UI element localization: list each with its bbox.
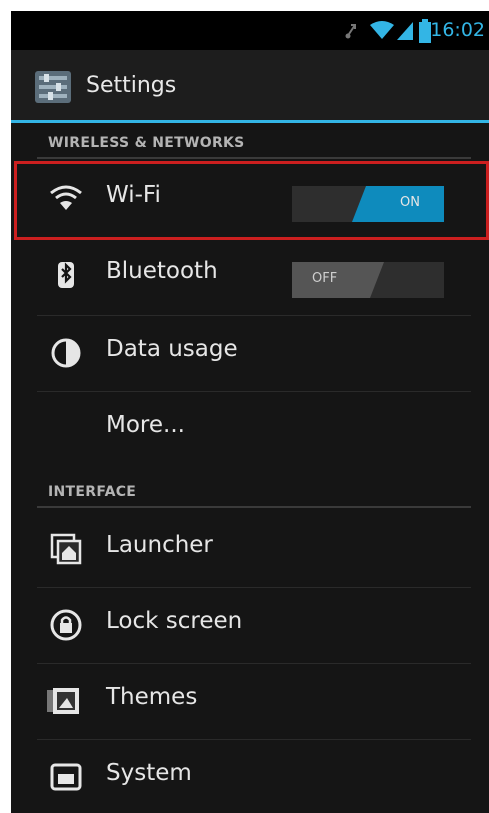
section-divider: [37, 157, 471, 159]
wifi-signal-icon: [370, 21, 394, 39]
settings-item-themes[interactable]: Themes: [11, 665, 489, 739]
status-bar: 16:02: [11, 11, 489, 50]
row-divider: [37, 663, 471, 664]
toggle-state-label: OFF: [312, 271, 338, 286]
battery-icon: [419, 19, 431, 43]
settings-item-label: Bluetooth: [106, 258, 218, 284]
cell-signal-icon: [397, 22, 413, 40]
settings-item-bluetooth[interactable]: Bluetooth OFF: [11, 239, 489, 313]
settings-item-lock-screen[interactable]: Lock screen: [11, 589, 489, 663]
section-divider: [37, 506, 471, 508]
settings-item-data-usage[interactable]: Data usage: [11, 317, 489, 391]
settings-item-label: Launcher: [106, 532, 213, 558]
bluetooth-toggle[interactable]: OFF: [292, 262, 444, 298]
settings-item-more[interactable]: More...: [11, 393, 489, 467]
toggle-off-thumb: [292, 262, 384, 298]
row-divider: [37, 315, 471, 316]
settings-item-label: Data usage: [106, 336, 238, 362]
section-header-interface: INTERFACE: [48, 484, 137, 500]
themes-icon: [47, 688, 79, 714]
settings-item-label: Themes: [106, 684, 198, 710]
usb-debug-icon: [345, 24, 356, 39]
row-divider: [37, 391, 471, 392]
system-icon: [50, 763, 82, 791]
page-title: Settings: [86, 73, 177, 98]
data-usage-icon: [51, 338, 81, 368]
lock-icon: [50, 609, 82, 641]
settings-app-icon[interactable]: [35, 71, 71, 103]
settings-item-label: More...: [106, 412, 185, 438]
bluetooth-icon: [58, 262, 74, 288]
status-time: 16:02: [430, 19, 485, 41]
settings-item-launcher[interactable]: Launcher: [11, 513, 489, 587]
action-bar: Settings: [11, 50, 489, 120]
launcher-icon: [50, 533, 82, 565]
settings-item-label: System: [106, 760, 192, 786]
wifi-highlight-box: [14, 161, 489, 240]
phone-screen: 16:02 Settings WIRELESS & NETWORKS Wi-Fi…: [11, 11, 489, 813]
row-divider: [37, 587, 471, 588]
row-divider: [37, 739, 471, 740]
settings-item-label: Lock screen: [106, 608, 243, 634]
settings-item-system[interactable]: System: [11, 741, 489, 813]
section-header-wireless: WIRELESS & NETWORKS: [48, 135, 245, 151]
action-bar-divider: [11, 120, 489, 123]
